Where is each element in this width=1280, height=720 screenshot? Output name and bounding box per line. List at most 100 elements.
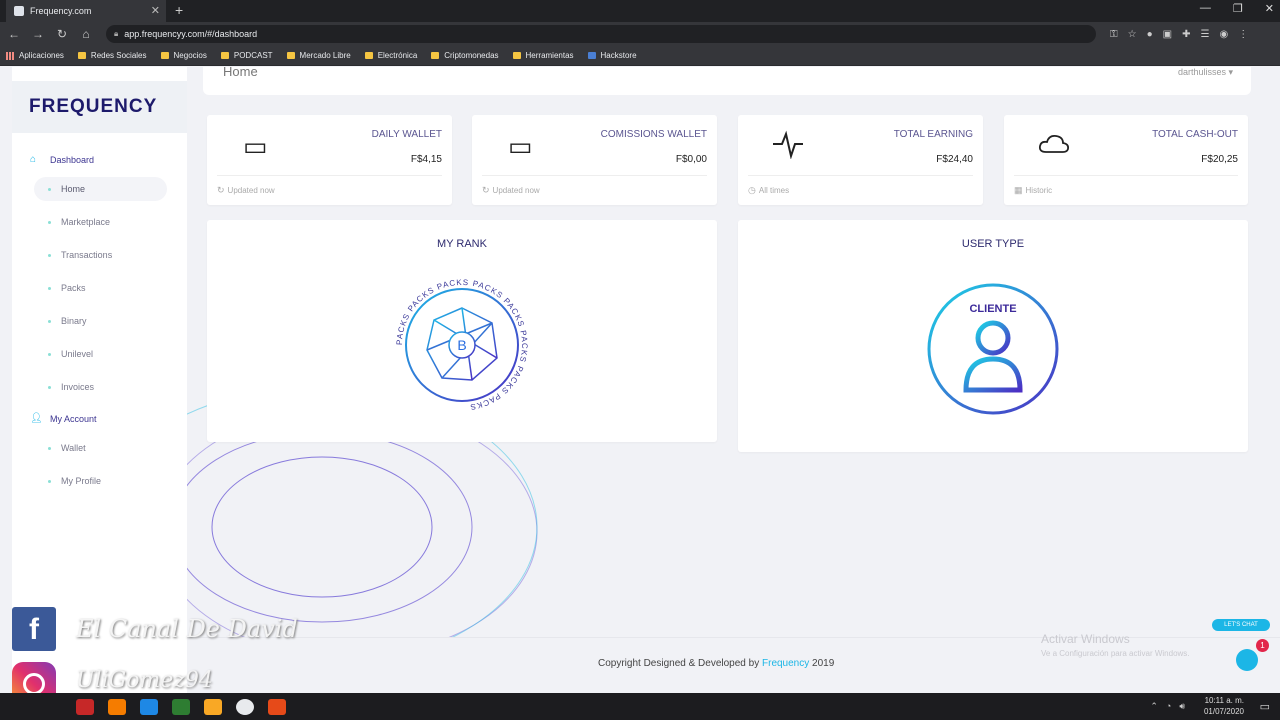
bullet-icon	[48, 286, 51, 290]
chevron-up-icon[interactable]: ⌃	[1150, 701, 1158, 712]
extension-icons: ⚿ ☆ ● ▣ ✚ ☰ ◉ ⋮	[1110, 29, 1248, 40]
sidebar-section-dashboard[interactable]: ⌂ Dashboard	[12, 149, 187, 171]
volume-icon[interactable]: 🔊︎	[1179, 701, 1185, 712]
bullet-icon	[48, 220, 51, 224]
overlay-channel-name: El Canal De David	[76, 615, 298, 643]
profile-icon[interactable]: ◉	[1219, 29, 1228, 40]
system-tray-icons: ⌃ ◔ 🔊︎	[1150, 701, 1185, 712]
sidebar-item-binary[interactable]: Binary	[34, 309, 167, 333]
sidebar-item-transactions[interactable]: Transactions	[34, 243, 167, 267]
sidebar-item-packs[interactable]: Packs	[34, 276, 167, 300]
logo-area: FREQUENCY	[12, 81, 187, 133]
favicon-icon	[14, 6, 24, 16]
top-header: Home darthulisses ▾	[203, 67, 1251, 95]
apps-icon	[6, 51, 14, 60]
more-icon[interactable]: ⋮	[1238, 29, 1248, 40]
bookmark-hackstore[interactable]: Hackstore	[587, 51, 637, 60]
key-icon[interactable]: ⚿	[1110, 29, 1118, 40]
home-icon[interactable]: ⌂	[76, 27, 96, 41]
tab-title: Frequency.com	[30, 6, 92, 16]
my-rank-title: MY RANK	[437, 238, 487, 250]
bookmark-folder[interactable]: Redes Sociales	[77, 51, 147, 60]
bookmark-folder[interactable]: Electrónica	[364, 51, 417, 60]
divider	[217, 175, 442, 176]
reload-icon[interactable]: ↻	[52, 27, 72, 41]
close-window-icon[interactable]: ✕	[1265, 2, 1274, 15]
chat-button[interactable]	[1236, 649, 1258, 671]
back-icon[interactable]: ←	[4, 27, 24, 41]
sidebar-item-marketplace[interactable]: Marketplace	[34, 210, 167, 234]
notification-icon[interactable]: ▭	[1260, 700, 1270, 713]
system-clock[interactable]: 10:11 a. m. 01/07/2020	[1204, 695, 1244, 717]
bookmark-folder[interactable]: Herramientas	[512, 51, 574, 60]
user-type-title: USER TYPE	[961, 238, 1025, 250]
extension-icon[interactable]: ▣	[1163, 29, 1172, 40]
stat-card-daily-wallet: ▭ DAILY WALLET F$4,15 ↻ Updated now	[207, 115, 452, 205]
bullet-icon	[48, 253, 51, 257]
app-icon[interactable]	[140, 698, 158, 715]
folder-icon	[220, 52, 229, 59]
bookmark-folder[interactable]: Negocios	[160, 51, 207, 60]
packs-rank-badge-icon: PACKS PACKS PACKS PACKS PACKS PACKS PACK…	[395, 278, 528, 412]
menu-icon[interactable]: ☰	[1200, 29, 1209, 40]
star-icon[interactable]: ☆	[1128, 29, 1137, 40]
address-bar-row: ← → ↻ ⌂ 🔒︎ app.frequencyy.com/#/dashboar…	[0, 22, 1280, 46]
folder-icon	[512, 52, 521, 59]
forward-icon[interactable]: →	[28, 27, 48, 41]
network-icon[interactable]: ◔	[1166, 701, 1171, 712]
folder-icon	[364, 52, 373, 59]
chat-bubble[interactable]: LET'S CHAT	[1212, 619, 1270, 631]
sidebar-item-my-profile[interactable]: My Profile	[34, 469, 167, 493]
stat-card-total-cash-out: TOTAL CASH-OUT F$20,25 ▦ Historic	[1004, 115, 1248, 205]
stat-value: F$24,40	[936, 154, 973, 165]
sidebar-item-invoices[interactable]: Invoices	[34, 375, 167, 399]
stat-card-total-earning: TOTAL EARNING F$24,40 ◷ All times	[738, 115, 983, 205]
bookmark-folder[interactable]: PODCAST	[220, 51, 273, 60]
divider	[1014, 175, 1238, 176]
app-icon[interactable]	[76, 698, 94, 715]
clock-icon: ◷	[748, 185, 756, 195]
bookmark-folder[interactable]: Criptomonedas	[431, 51, 499, 60]
stat-footer: ↻ Updated now	[217, 185, 275, 195]
stat-footer: ◷ All times	[748, 185, 790, 195]
app-icon[interactable]	[108, 698, 126, 715]
sidebar-section-my-account[interactable]: 👤︎ My Account	[12, 408, 187, 430]
url-text: app.frequencyy.com/#/dashboard	[124, 29, 258, 39]
app-area: FREQUENCY ⌂ Dashboard Home Marketplace T…	[0, 67, 1280, 693]
stat-card-comissions-wallet: ▭ COMISSIONS WALLET F$0,00 ↻ Updated now	[472, 115, 717, 205]
activate-windows-title: Activar Windows	[1041, 632, 1130, 646]
chrome-icon[interactable]	[236, 698, 254, 715]
url-field[interactable]: 🔒︎ app.frequencyy.com/#/dashboard	[106, 25, 1096, 43]
user-menu[interactable]: darthulisses ▾	[1178, 67, 1233, 78]
sidebar-item-home[interactable]: Home	[34, 177, 167, 201]
footer-brand-link[interactable]: Frequency	[762, 658, 809, 669]
browser-tab[interactable]: Frequency.com ✕	[6, 0, 166, 22]
folder-icon[interactable]	[204, 698, 222, 715]
bullet-icon	[48, 479, 51, 483]
extension-icon[interactable]: ●	[1147, 29, 1153, 40]
stat-value: F$20,25	[1201, 154, 1238, 165]
puzzle-icon[interactable]: ✚	[1182, 29, 1190, 40]
bullet-icon	[48, 187, 51, 191]
my-rank-card: MY RANK PACKS PACKS PACKS PACKS PACKS PA…	[207, 220, 717, 442]
bookmark-folder[interactable]: Mercado Libre	[286, 51, 351, 60]
new-tab-button[interactable]: +	[175, 2, 183, 18]
sidebar-item-wallet[interactable]: Wallet	[34, 436, 167, 460]
stat-footer: ▦ Historic	[1014, 185, 1053, 195]
bookmark-apps[interactable]: Aplicaciones	[6, 51, 64, 60]
bullet-icon	[48, 446, 51, 450]
brand-logo[interactable]: FREQUENCY	[29, 96, 157, 118]
minimize-icon[interactable]: —	[1200, 2, 1211, 15]
refresh-icon: ↻	[482, 185, 490, 195]
app-icon[interactable]	[268, 698, 286, 715]
restore-icon[interactable]: ❐	[1233, 2, 1243, 15]
activate-windows-subtitle: Ve a Configuración para activar Windows.	[1041, 649, 1190, 658]
overlay-instagram-handle: UliGomez94	[76, 668, 213, 693]
cloud-icon	[1038, 134, 1070, 153]
close-tab-icon[interactable]: ✕	[151, 4, 160, 17]
bullet-icon	[48, 385, 51, 389]
taskbar-apps	[76, 698, 286, 715]
app-icon[interactable]	[172, 698, 190, 715]
sidebar-item-unilevel[interactable]: Unilevel	[34, 342, 167, 366]
user-type-badge-text: CLIENTE	[969, 303, 1016, 315]
